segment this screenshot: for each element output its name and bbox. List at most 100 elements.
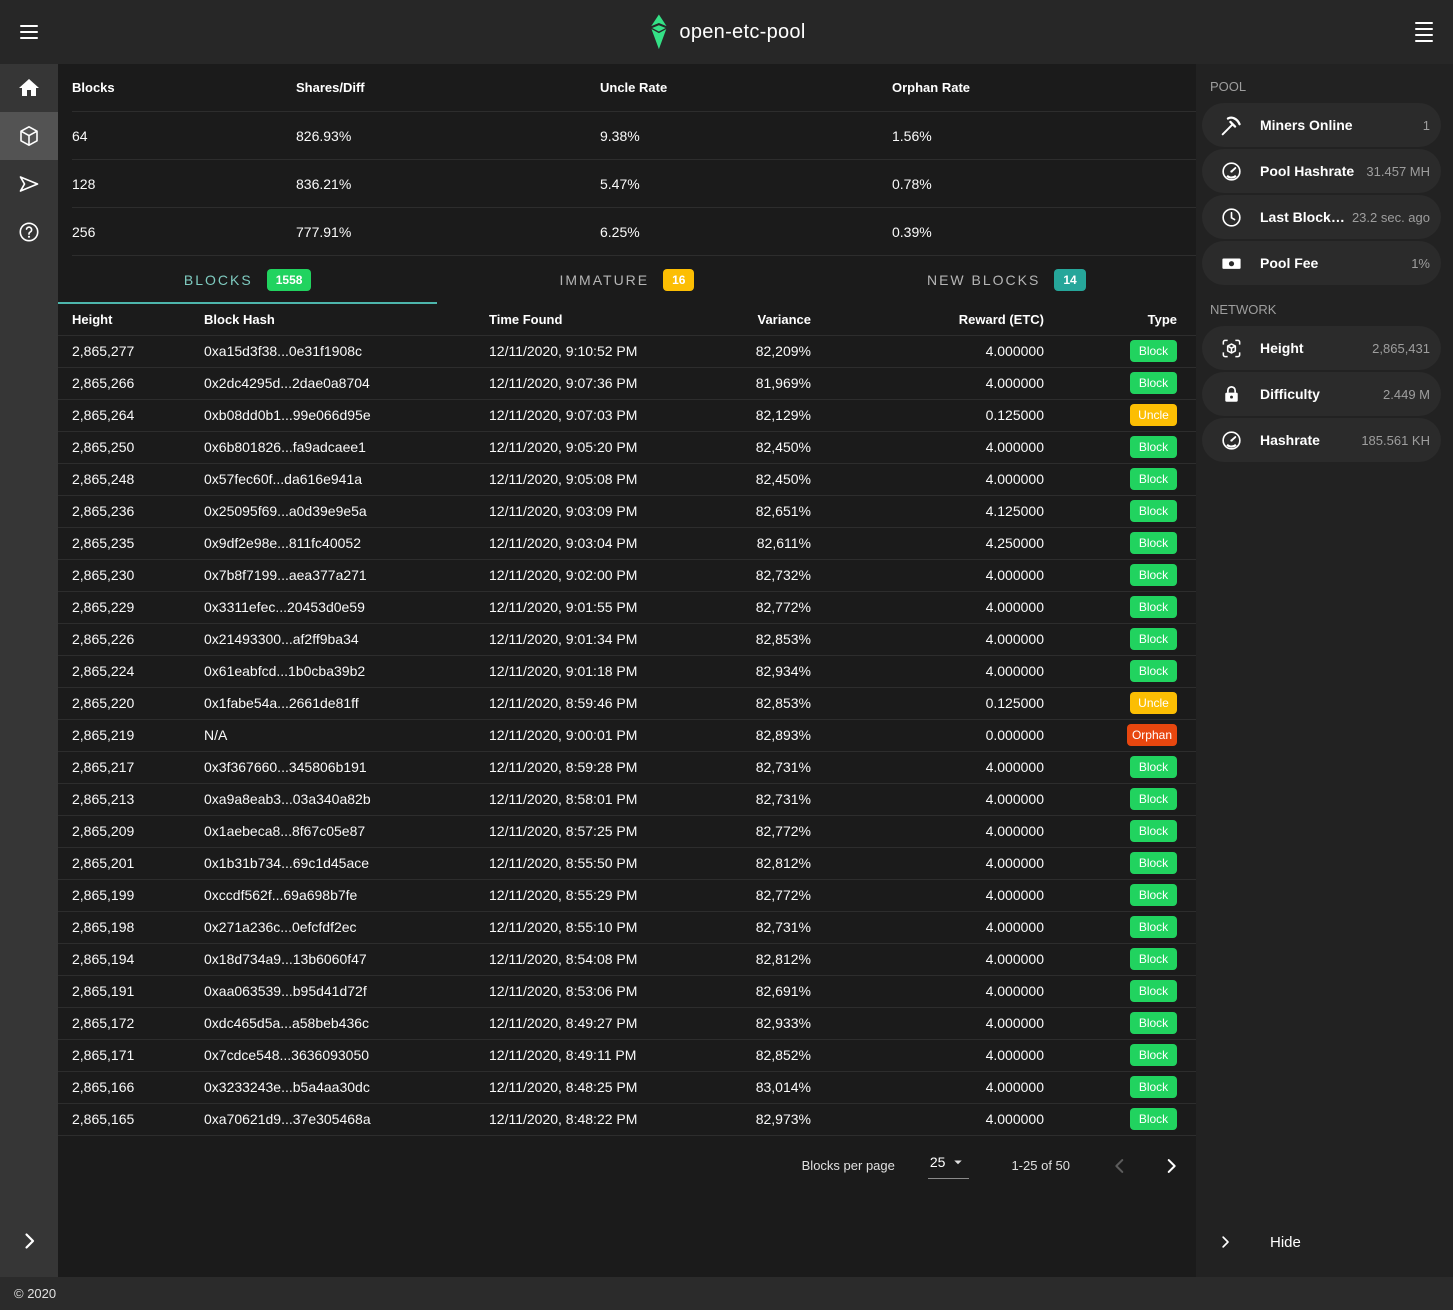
tab-count-badge: 1558 — [267, 269, 312, 291]
stat-item-hashrate: Hashrate185.561 KH — [1202, 418, 1441, 462]
table-row: 2,865,2260x21493300...af2ff9ba3412/11/20… — [58, 623, 1196, 655]
type-badge: Block — [1130, 820, 1177, 842]
variance-cell: 82,934% — [745, 655, 817, 687]
type-badge: Block — [1130, 916, 1177, 938]
type-cell: Block — [1050, 783, 1196, 815]
chevron-right-icon — [1196, 1233, 1254, 1251]
table-row: 2,865,1720xdc465d5a...a58beb436c12/11/20… — [58, 1007, 1196, 1039]
sidebar-collapse-button[interactable] — [0, 1221, 58, 1261]
type-cell: Block — [1050, 943, 1196, 975]
time-found-cell: 12/11/2020, 8:49:27 PM — [483, 1007, 745, 1039]
stats-row: 256777.91%6.25%0.39% — [72, 208, 1196, 256]
blocks-table-header: HeightBlock HashTime FoundVarianceReward… — [58, 304, 1196, 335]
reward-cell: 4.000000 — [817, 751, 1050, 783]
table-row: 2,865,2500x6b801826...fa9adcaee112/11/20… — [58, 431, 1196, 463]
tab-count-badge: 14 — [1054, 269, 1085, 291]
block-hash-cell: 0x1aebeca8...8f67c05e87 — [198, 815, 483, 847]
tab-count-badge: 16 — [663, 269, 694, 291]
hide-sidebar-button[interactable]: Hide — [1196, 1219, 1453, 1265]
home-icon — [17, 76, 41, 100]
tab-immature[interactable]: IMMATURE16 — [437, 256, 816, 304]
stats-value-cell: 5.47% — [600, 176, 892, 192]
reward-cell: 4.000000 — [817, 1039, 1050, 1071]
stats-value-cell: 9.38% — [600, 128, 892, 144]
table-row: 2,865,1990xccdf562f...69a698b7fe12/11/20… — [58, 879, 1196, 911]
reward-cell: 0.000000 — [817, 719, 1050, 751]
top-bar: open-etc-pool — [0, 0, 1453, 64]
cube-icon — [17, 124, 41, 148]
stats-value-cell: 64 — [72, 128, 296, 144]
block-hash-cell: 0x1fabe54a...2661de81ff — [198, 687, 483, 719]
type-badge: Block — [1130, 532, 1177, 554]
height-cell: 2,865,217 — [58, 751, 198, 783]
sidebar-item-blocks[interactable] — [0, 112, 58, 160]
type-cell: Block — [1050, 623, 1196, 655]
next-page-button[interactable] — [1159, 1154, 1183, 1178]
time-found-cell: 12/11/2020, 8:55:29 PM — [483, 879, 745, 911]
tab-label: BLOCKS — [184, 272, 253, 288]
help-icon — [17, 220, 41, 244]
height-cell: 2,865,213 — [58, 783, 198, 815]
time-found-cell: 12/11/2020, 8:59:28 PM — [483, 751, 745, 783]
sidebar-item-help[interactable] — [0, 208, 58, 256]
reward-cell: 4.000000 — [817, 975, 1050, 1007]
table-row: 2,865,2360x25095f69...a0d39e9e5a12/11/20… — [58, 495, 1196, 527]
tab-blocks[interactable]: BLOCKS 1558 — [58, 256, 437, 304]
type-cell: Block — [1050, 975, 1196, 1007]
hide-label: Hide — [1270, 1234, 1301, 1251]
reward-cell: 0.125000 — [817, 399, 1050, 431]
reward-cell: 4.000000 — [817, 879, 1050, 911]
type-badge: Block — [1130, 756, 1177, 778]
variance-cell: 82,651% — [745, 495, 817, 527]
type-cell: Block — [1050, 847, 1196, 879]
variance-cell: 82,731% — [745, 911, 817, 943]
sidebar-item-payments[interactable] — [0, 160, 58, 208]
time-found-cell: 12/11/2020, 9:00:01 PM — [483, 719, 745, 751]
prev-page-button[interactable] — [1108, 1154, 1132, 1178]
sidebar-item-home[interactable] — [0, 64, 58, 112]
reward-cell: 4.250000 — [817, 527, 1050, 559]
height-cell: 2,865,248 — [58, 463, 198, 495]
per-page-select[interactable]: 25 — [928, 1153, 970, 1179]
column-header: Height — [58, 304, 198, 335]
stat-value: 1 — [1423, 118, 1430, 133]
gauge-icon — [1202, 160, 1260, 183]
time-found-cell: 12/11/2020, 9:01:55 PM — [483, 591, 745, 623]
variance-cell: 82,933% — [745, 1007, 817, 1039]
stat-label: Pool Fee — [1260, 255, 1407, 271]
time-found-cell: 12/11/2020, 9:03:09 PM — [483, 495, 745, 527]
type-badge: Block — [1130, 884, 1177, 906]
stats-header-cell: Shares/Diff — [296, 80, 600, 95]
reward-cell: 4.000000 — [817, 847, 1050, 879]
block-hash-cell: 0x7b8f7199...aea377a271 — [198, 559, 483, 591]
lock-icon — [1202, 383, 1260, 406]
stats-body: 64826.93%9.38%1.56%128836.21%5.47%0.78%2… — [72, 112, 1196, 256]
menu-icon[interactable] — [9, 12, 49, 52]
time-found-cell: 12/11/2020, 9:01:18 PM — [483, 655, 745, 687]
stats-value-cell: 1.56% — [892, 128, 1196, 144]
height-cell: 2,865,236 — [58, 495, 198, 527]
tab-new-blocks[interactable]: NEW BLOCKS14 — [817, 256, 1196, 304]
right-menu-icon[interactable] — [1404, 12, 1444, 52]
stats-header-row: BlocksShares/DiffUncle RateOrphan Rate — [72, 64, 1196, 112]
type-badge: Uncle — [1130, 692, 1177, 714]
reward-cell: 4.000000 — [817, 367, 1050, 399]
caret-down-icon — [949, 1153, 967, 1171]
block-hash-cell: 0x1b31b734...69c1d45ace — [198, 847, 483, 879]
reward-cell: 4.000000 — [817, 591, 1050, 623]
table-row: 2,865,1710x7cdce548...363609305012/11/20… — [58, 1039, 1196, 1071]
reward-cell: 4.000000 — [817, 431, 1050, 463]
time-found-cell: 12/11/2020, 8:48:22 PM — [483, 1103, 745, 1135]
type-badge: Block — [1130, 1044, 1177, 1066]
type-cell: Block — [1050, 815, 1196, 847]
table-row: 2,865,2640xb08dd0b1...99e066d95e12/11/20… — [58, 399, 1196, 431]
send-icon — [17, 172, 41, 196]
variance-cell: 82,209% — [745, 335, 817, 367]
clock-icon — [1202, 206, 1260, 229]
type-cell: Uncle — [1050, 399, 1196, 431]
height-cell: 2,865,194 — [58, 943, 198, 975]
reward-cell: 4.000000 — [817, 655, 1050, 687]
type-cell: Block — [1050, 431, 1196, 463]
reward-cell: 4.000000 — [817, 559, 1050, 591]
banknote-icon — [1202, 252, 1260, 275]
